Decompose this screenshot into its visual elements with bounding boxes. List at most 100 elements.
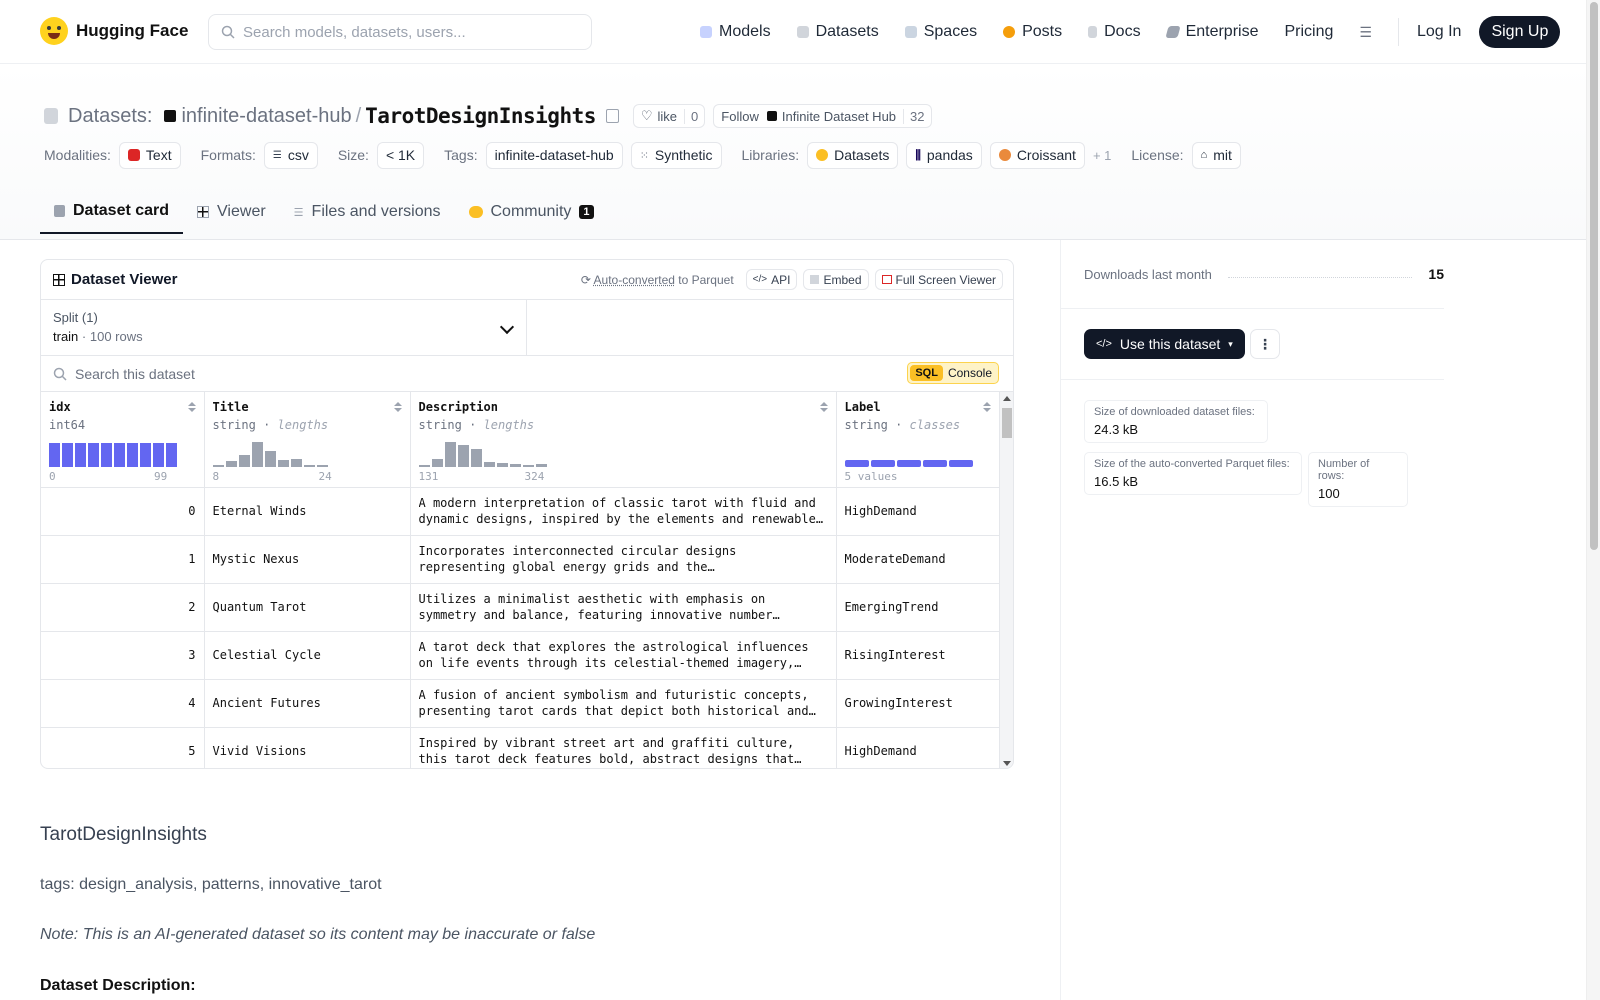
cell-description[interactable]: Utilizes a minimalist aesthetic with emp…	[410, 583, 837, 632]
brand-logo[interactable]: Hugging Face	[40, 17, 188, 45]
tab-community[interactable]: Community 1	[455, 190, 608, 234]
cell-title[interactable]: Vivid Visions	[204, 727, 411, 768]
full-screen-viewer-button[interactable]: Full Screen Viewer	[874, 269, 1003, 290]
column-histogram	[418, 441, 547, 467]
sort-icon[interactable]	[982, 402, 991, 412]
tag-modality-text[interactable]: Text	[118, 141, 181, 169]
api-button[interactable]: </> API	[745, 269, 798, 290]
cell-description[interactable]: A fusion of ancient symbolism and futuri…	[410, 679, 837, 728]
cell-label[interactable]: RisingInterest	[836, 631, 1000, 680]
downloads-label: Downloads last month	[1084, 266, 1212, 282]
nav-docs[interactable]: Docs	[1088, 23, 1141, 41]
cell-idx[interactable]: 3	[41, 631, 205, 680]
scroll-down-icon[interactable]	[1003, 761, 1011, 766]
repo-name-link[interactable]: TarotDesignInsights	[365, 104, 596, 128]
sort-icon[interactable]	[393, 402, 402, 412]
global-search[interactable]	[208, 14, 592, 50]
copy-icon[interactable]	[605, 109, 619, 123]
cell-description[interactable]: A tarot deck that explores the astrologi…	[410, 631, 837, 680]
sql-console-button[interactable]: SQL Console	[907, 362, 999, 384]
spaces-icon	[904, 26, 917, 38]
column-type-text: string	[844, 418, 888, 432]
libraries-more[interactable]: + 1	[1093, 148, 1111, 163]
histogram-min: 8	[212, 469, 220, 483]
tag-label: Croissant	[1016, 147, 1076, 163]
login-link[interactable]: Log In	[1417, 23, 1461, 41]
nav-enterprise[interactable]: Enterprise	[1164, 23, 1258, 41]
cell-idx[interactable]: 2	[41, 583, 205, 632]
use-this-dataset-button[interactable]: </> Use this dataset ▾	[1084, 329, 1245, 359]
cell-title[interactable]: Quantum Tarot	[204, 583, 411, 632]
cell-title[interactable]: Mystic Nexus	[204, 535, 411, 584]
cell-idx[interactable]: 0	[41, 487, 205, 536]
split-selector[interactable]: Split (1) train · 100 rows	[41, 300, 527, 355]
table-row[interactable]: 1 Mystic Nexus Incorporates interconnect…	[41, 535, 1000, 584]
column-header-idx[interactable]: idx int64 0 99	[41, 392, 205, 488]
tag-label: csv	[287, 147, 309, 163]
tab-files-and-versions[interactable]: ☰ Files and versions	[280, 190, 455, 234]
table-row[interactable]: 3 Celestial Cycle A tarot deck that expl…	[41, 631, 1000, 680]
brand-name: Hugging Face	[76, 21, 189, 40]
nav-spaces[interactable]: Spaces	[904, 23, 977, 41]
embed-button[interactable]: Embed	[803, 269, 869, 290]
cell-label[interactable]: HighDemand	[836, 487, 1000, 536]
nav-datasets[interactable]: Datasets	[796, 23, 879, 41]
sort-icon[interactable]	[819, 402, 828, 412]
like-button[interactable]: ♡ like 0	[632, 104, 706, 128]
tag-synthetic[interactable]: ⁙ Synthetic	[630, 141, 722, 169]
dataset-search[interactable]: SQL Console	[41, 356, 1013, 392]
table-row[interactable]: 0 Eternal Winds A modern interpretation …	[41, 487, 1000, 536]
cell-label[interactable]: EmergingTrend	[836, 583, 1000, 632]
tag-infinite-dataset-hub[interactable]: infinite-dataset-hub	[485, 141, 623, 169]
follow-button[interactable]: Follow Infinite Dataset Hub 32	[713, 104, 932, 128]
nav-models[interactable]: Models	[700, 23, 771, 41]
cell-title[interactable]: Eternal Winds	[204, 487, 411, 536]
sort-icon[interactable]	[187, 402, 196, 412]
page-scrollbar-thumb[interactable]	[1590, 2, 1598, 550]
posts-icon	[1003, 26, 1016, 38]
signup-button[interactable]: Sign Up	[1479, 16, 1561, 48]
tag-license-mit[interactable]: ⌂ mit	[1191, 141, 1241, 169]
cell-label[interactable]: ModerateDemand	[836, 535, 1000, 584]
viewer-title-text: Dataset Viewer	[71, 271, 178, 288]
cell-title[interactable]: Celestial Cycle	[204, 631, 411, 680]
repo-owner-link[interactable]: infinite-dataset-hub	[181, 105, 351, 128]
scrollbar-thumb[interactable]	[1002, 408, 1012, 438]
tab-viewer[interactable]: Viewer	[183, 190, 280, 234]
table-scrollbar[interactable]	[999, 392, 1013, 768]
global-search-input[interactable]	[243, 23, 573, 41]
tag-size[interactable]: < 1K	[376, 141, 425, 169]
cell-label[interactable]: GrowingInterest	[836, 679, 1000, 728]
more-menu-icon[interactable]: ☰	[1359, 24, 1372, 41]
table-row[interactable]: 2 Quantum Tarot Utilizes a minimalist ae…	[41, 583, 1000, 632]
dataset-icon	[44, 108, 58, 124]
column-header-label[interactable]: Label string · classes 5 values	[836, 392, 1000, 488]
auto-converted-link[interactable]: Auto-converted	[594, 273, 675, 287]
more-options-button[interactable]: ⋮	[1250, 329, 1280, 359]
dataset-search-input[interactable]	[75, 365, 775, 382]
table-row[interactable]: 5 Vivid Visions Inspired by vibrant stre…	[41, 727, 1000, 768]
tag-library-croissant[interactable]: Croissant	[989, 141, 1085, 169]
column-header-description[interactable]: Description string · lengths 131 324	[410, 392, 837, 488]
dataset-card-icon	[54, 205, 65, 217]
cell-title[interactable]: Ancient Futures	[204, 679, 411, 728]
column-header-title[interactable]: Title string · lengths 8 24	[204, 392, 411, 488]
cell-idx[interactable]: 4	[41, 679, 205, 728]
tag-library-pandas[interactable]: ⫼ pandas	[906, 141, 982, 169]
cell-idx[interactable]: 1	[41, 535, 205, 584]
tag-format-csv[interactable]: ☰ csv	[263, 141, 318, 169]
cell-description[interactable]: A modern interpretation of classic tarot…	[410, 487, 837, 536]
cell-label[interactable]: HighDemand	[836, 727, 1000, 768]
downloads-stat: Downloads last month 15	[1084, 266, 1444, 282]
scroll-up-icon[interactable]	[1003, 396, 1011, 401]
cell-description[interactable]: Inspired by vibrant street art and graff…	[410, 727, 837, 768]
table-row[interactable]: 4 Ancient Futures A fusion of ancient sy…	[41, 679, 1000, 728]
cell-description[interactable]: Incorporates interconnected circular des…	[410, 535, 837, 584]
cell-idx[interactable]: 5	[41, 727, 205, 768]
tab-dataset-card[interactable]: Dataset card	[40, 190, 184, 234]
nav-posts[interactable]: Posts	[1003, 23, 1062, 41]
tag-library-datasets[interactable]: Datasets	[807, 141, 899, 169]
nav-pricing[interactable]: Pricing	[1284, 23, 1333, 41]
page-scrollbar[interactable]	[1586, 0, 1600, 1000]
tab-label: Dataset card	[73, 202, 170, 219]
